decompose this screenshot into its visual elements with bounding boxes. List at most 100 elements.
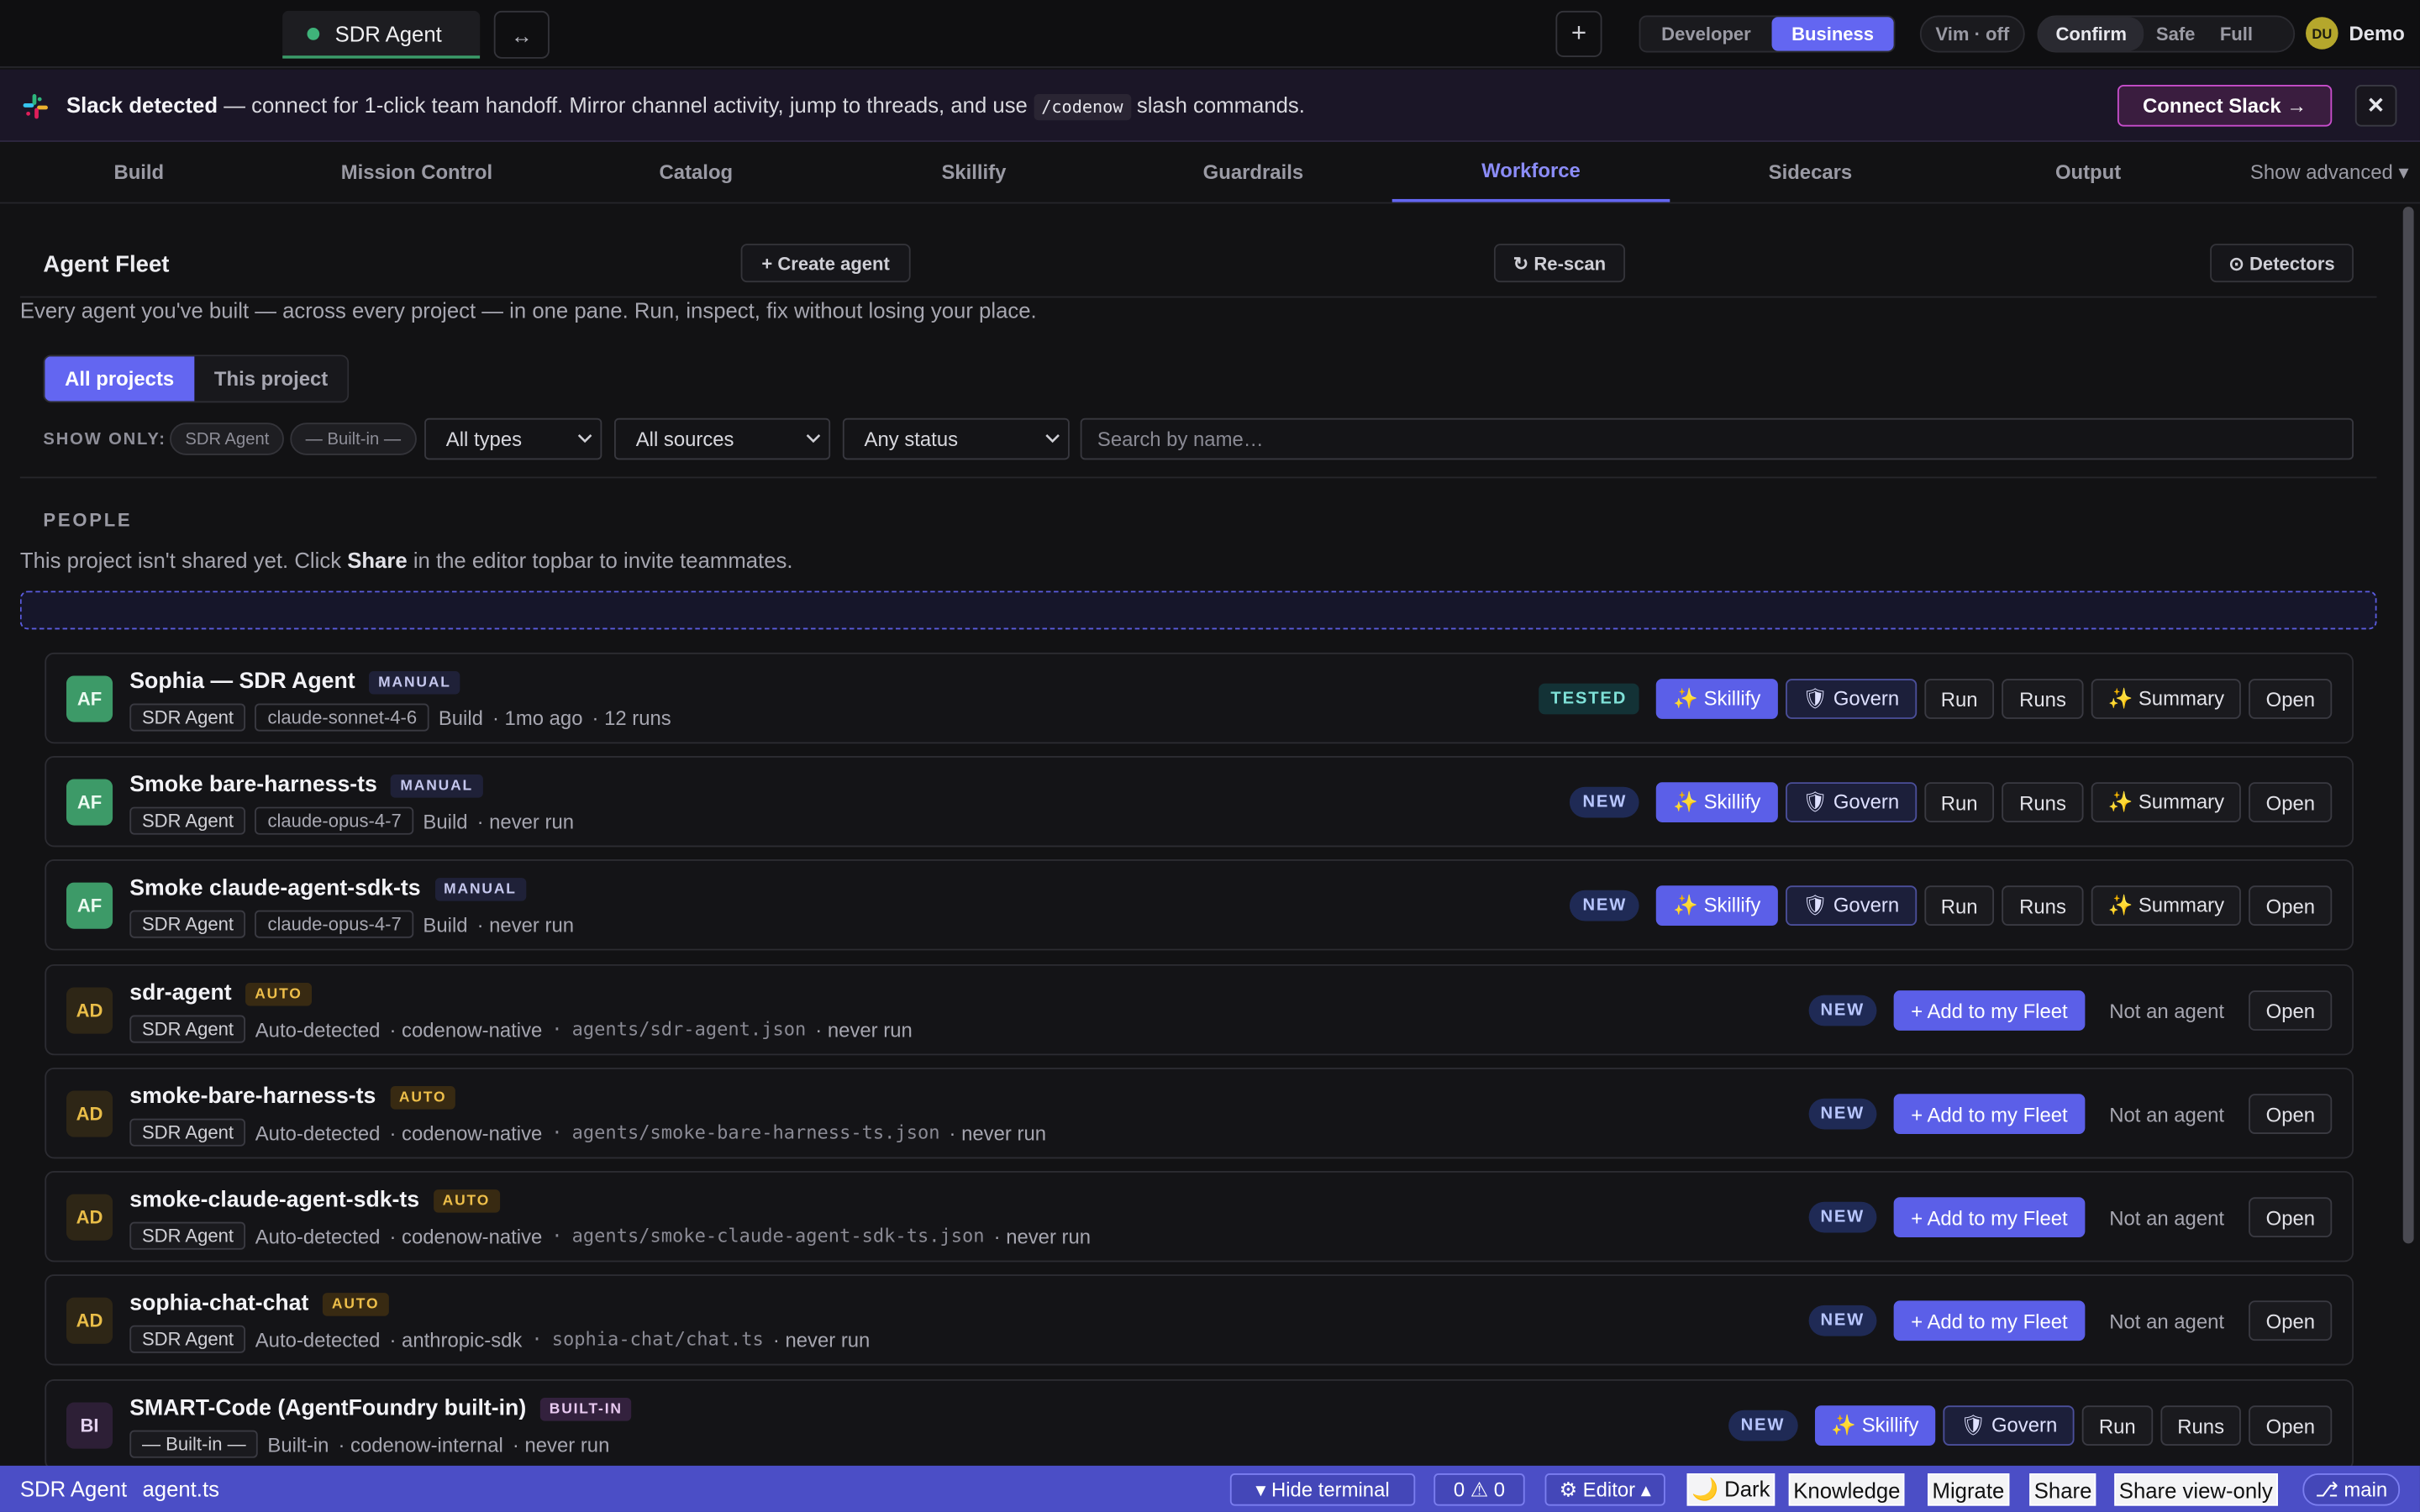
source-select[interactable]: All sources <box>614 417 831 460</box>
agent-name[interactable]: smoke-claude-agent-sdk-ts <box>129 1188 419 1212</box>
skillify-button[interactable]: ✨ Skillify <box>1814 1405 1936 1446</box>
not-an-agent-button[interactable]: Not an agent <box>2092 990 2241 1031</box>
run-button[interactable]: Run <box>1923 679 1995 719</box>
not-an-agent-button[interactable]: Not an agent <box>2092 1300 2241 1341</box>
open-button[interactable]: Open <box>2249 990 2333 1031</box>
open-button[interactable]: Open <box>2249 782 2333 822</box>
dark-mode-toggle[interactable]: 🌙 Dark <box>1686 1473 1776 1506</box>
tab-mission-control[interactable]: Mission Control <box>278 142 556 202</box>
tab-catalog[interactable]: Catalog <box>557 142 835 202</box>
agent-origin: Build <box>423 809 468 832</box>
runs-button[interactable]: Runs <box>2002 679 2084 719</box>
detectors-button[interactable]: ⊙ Detectors <box>2210 244 2354 283</box>
agent-card[interactable]: AF Smoke bare-harness-ts MANUAL SDR Agent cl… <box>45 755 2354 848</box>
mode-business[interactable]: Business <box>1771 17 1894 51</box>
agent-card[interactable]: AD smoke-claude-agent-sdk-ts AUTO SDR Agent… <box>45 1171 2354 1263</box>
add-to-fleet-button[interactable]: + Add to my Fleet <box>1894 1094 2085 1134</box>
share-button[interactable]: Share <box>2029 1473 2096 1506</box>
tab-output[interactable]: Output <box>1949 142 2228 202</box>
status-file[interactable]: agent.ts <box>142 1477 219 1501</box>
summary-button[interactable]: ✨ Summary <box>2091 885 2242 927</box>
filter-chip-built-in[interactable]: — Built-in — <box>290 423 417 455</box>
open-button[interactable]: Open <box>2249 679 2333 719</box>
agent-card[interactable]: AF Sophia — SDR Agent MANUAL SDR Agent claud… <box>45 652 2354 744</box>
add-to-fleet-button[interactable]: + Add to my Fleet <box>1894 990 2085 1031</box>
govern-button[interactable]: 🛡 Govern <box>1785 885 1917 927</box>
swap-icon[interactable]: ↔ <box>493 10 550 59</box>
status-select[interactable]: Any status <box>842 417 1070 460</box>
open-button[interactable]: Open <box>2249 1197 2333 1238</box>
runs-button[interactable]: Runs <box>2002 782 2084 822</box>
tab-workforce[interactable]: Workforce <box>1392 142 1670 202</box>
safety-confirm[interactable]: Confirm <box>2039 17 2144 51</box>
hide-terminal-button[interactable]: ▾ Hide terminal <box>1229 1473 1416 1506</box>
safety-safe[interactable]: Safe <box>2144 17 2207 50</box>
people-dropzone[interactable] <box>19 591 2377 630</box>
skillify-button[interactable]: ✨ Skillify <box>1656 885 1778 927</box>
close-icon[interactable]: ✕ <box>2354 85 2397 127</box>
open-button[interactable]: Open <box>2249 1405 2333 1446</box>
agent-name[interactable]: sdr-agent <box>129 981 231 1005</box>
open-button[interactable]: Open <box>2249 1094 2333 1134</box>
govern-button[interactable]: 🛡 Govern <box>1785 679 1917 719</box>
tab-sdr-agent[interactable]: SDR Agent <box>282 10 481 59</box>
agent-name[interactable]: sophia-chat-chat <box>129 1291 308 1315</box>
share-view-only-button[interactable]: Share view-only <box>2114 1473 2278 1506</box>
add-to-fleet-button[interactable]: + Add to my Fleet <box>1894 1197 2085 1238</box>
editor-menu-button[interactable]: ⚙ Editor ▴ <box>1544 1473 1665 1506</box>
open-button[interactable]: Open <box>2249 1300 2333 1341</box>
branch-indicator[interactable]: ⎇ main <box>2302 1473 2401 1506</box>
agent-card[interactable]: AD sophia-chat-chat AUTO SDR Agent Auto-dete… <box>45 1274 2354 1366</box>
scrollbar-thumb[interactable] <box>2402 207 2414 1244</box>
search-input[interactable]: Search by name… <box>1080 417 2354 460</box>
scope-all-projects[interactable]: All projects <box>45 356 195 402</box>
connect-slack-button[interactable]: Connect Slack → <box>2117 85 2333 127</box>
migrate-button[interactable]: Migrate <box>1928 1473 2009 1506</box>
runs-button[interactable]: Runs <box>2002 885 2084 927</box>
agent-name[interactable]: Smoke bare-harness-ts <box>129 773 377 797</box>
add-to-fleet-button[interactable]: + Add to my Fleet <box>1894 1300 2085 1341</box>
skillify-button[interactable]: ✨ Skillify <box>1656 679 1778 719</box>
runs-button[interactable]: Runs <box>2160 1405 2242 1446</box>
type-select[interactable]: All types <box>424 417 602 460</box>
govern-button[interactable]: 🛡 Govern <box>1943 1405 2075 1446</box>
agent-name[interactable]: Sophia — SDR Agent <box>129 669 355 694</box>
skillify-button[interactable]: ✨ Skillify <box>1656 782 1778 822</box>
summary-button[interactable]: ✨ Summary <box>2091 679 2242 719</box>
create-agent-button[interactable]: + Create agent <box>740 244 911 283</box>
tab-sidecars[interactable]: Sidecars <box>1671 142 1949 202</box>
safety-full[interactable]: Full <box>2207 17 2265 50</box>
run-button[interactable]: Run <box>2081 1405 2153 1446</box>
show-advanced-toggle[interactable]: Show advanced ▾ <box>2250 160 2409 185</box>
run-button[interactable]: Run <box>1923 782 1995 822</box>
mode-developer[interactable]: Developer <box>1640 17 1771 50</box>
not-an-agent-button[interactable]: Not an agent <box>2092 1094 2241 1134</box>
knowledge-button[interactable]: Knowledge <box>1788 1473 1906 1506</box>
vim-toggle[interactable]: Vim · off <box>1919 15 2025 53</box>
problems-indicator[interactable]: 0 ⚠ 0 <box>1434 1473 1525 1506</box>
tab-build[interactable]: Build <box>0 142 278 202</box>
user-menu[interactable]: DU Demo <box>2306 17 2405 50</box>
tab-skillify[interactable]: Skillify <box>835 142 1113 202</box>
scope-this-project[interactable]: This project <box>194 356 349 402</box>
agent-name[interactable]: smoke-bare-harness-ts <box>129 1084 376 1109</box>
agent-kind-tag: MANUAL <box>369 670 460 694</box>
agent-card[interactable]: AF Smoke claude-agent-sdk-ts MANUAL SDR Age… <box>45 859 2354 951</box>
agent-card[interactable]: AD sdr-agent AUTO SDR Agent Auto-detected · c… <box>45 963 2354 1056</box>
filter-chip-sdr-agent[interactable]: SDR Agent <box>170 423 285 455</box>
agent-last-run: · never run <box>476 912 575 936</box>
rescan-button[interactable]: ↻ Re-scan <box>1493 244 1626 283</box>
agent-name[interactable]: SMART-Code (AgentFoundry built-in) <box>129 1396 526 1420</box>
summary-button[interactable]: ✨ Summary <box>2091 782 2242 822</box>
agent-name[interactable]: Smoke claude-agent-sdk-ts <box>129 876 420 900</box>
run-button[interactable]: Run <box>1923 885 1995 927</box>
agent-card[interactable]: BI SMART-Code (AgentFoundry built-in) BUIL… <box>45 1379 2354 1471</box>
tab-guardrails[interactable]: Guardrails <box>1114 142 1392 202</box>
agent-card[interactable]: AD smoke-bare-harness-ts AUTO SDR Agent Auto… <box>45 1067 2354 1159</box>
govern-button[interactable]: 🛡 Govern <box>1785 782 1917 822</box>
open-button[interactable]: Open <box>2249 885 2333 927</box>
not-an-agent-button[interactable]: Not an agent <box>2092 1197 2241 1237</box>
scrollbar[interactable] <box>2402 203 2416 1465</box>
new-tab-button[interactable]: + <box>1555 10 1602 57</box>
status-project[interactable]: SDR Agent <box>20 1477 127 1501</box>
